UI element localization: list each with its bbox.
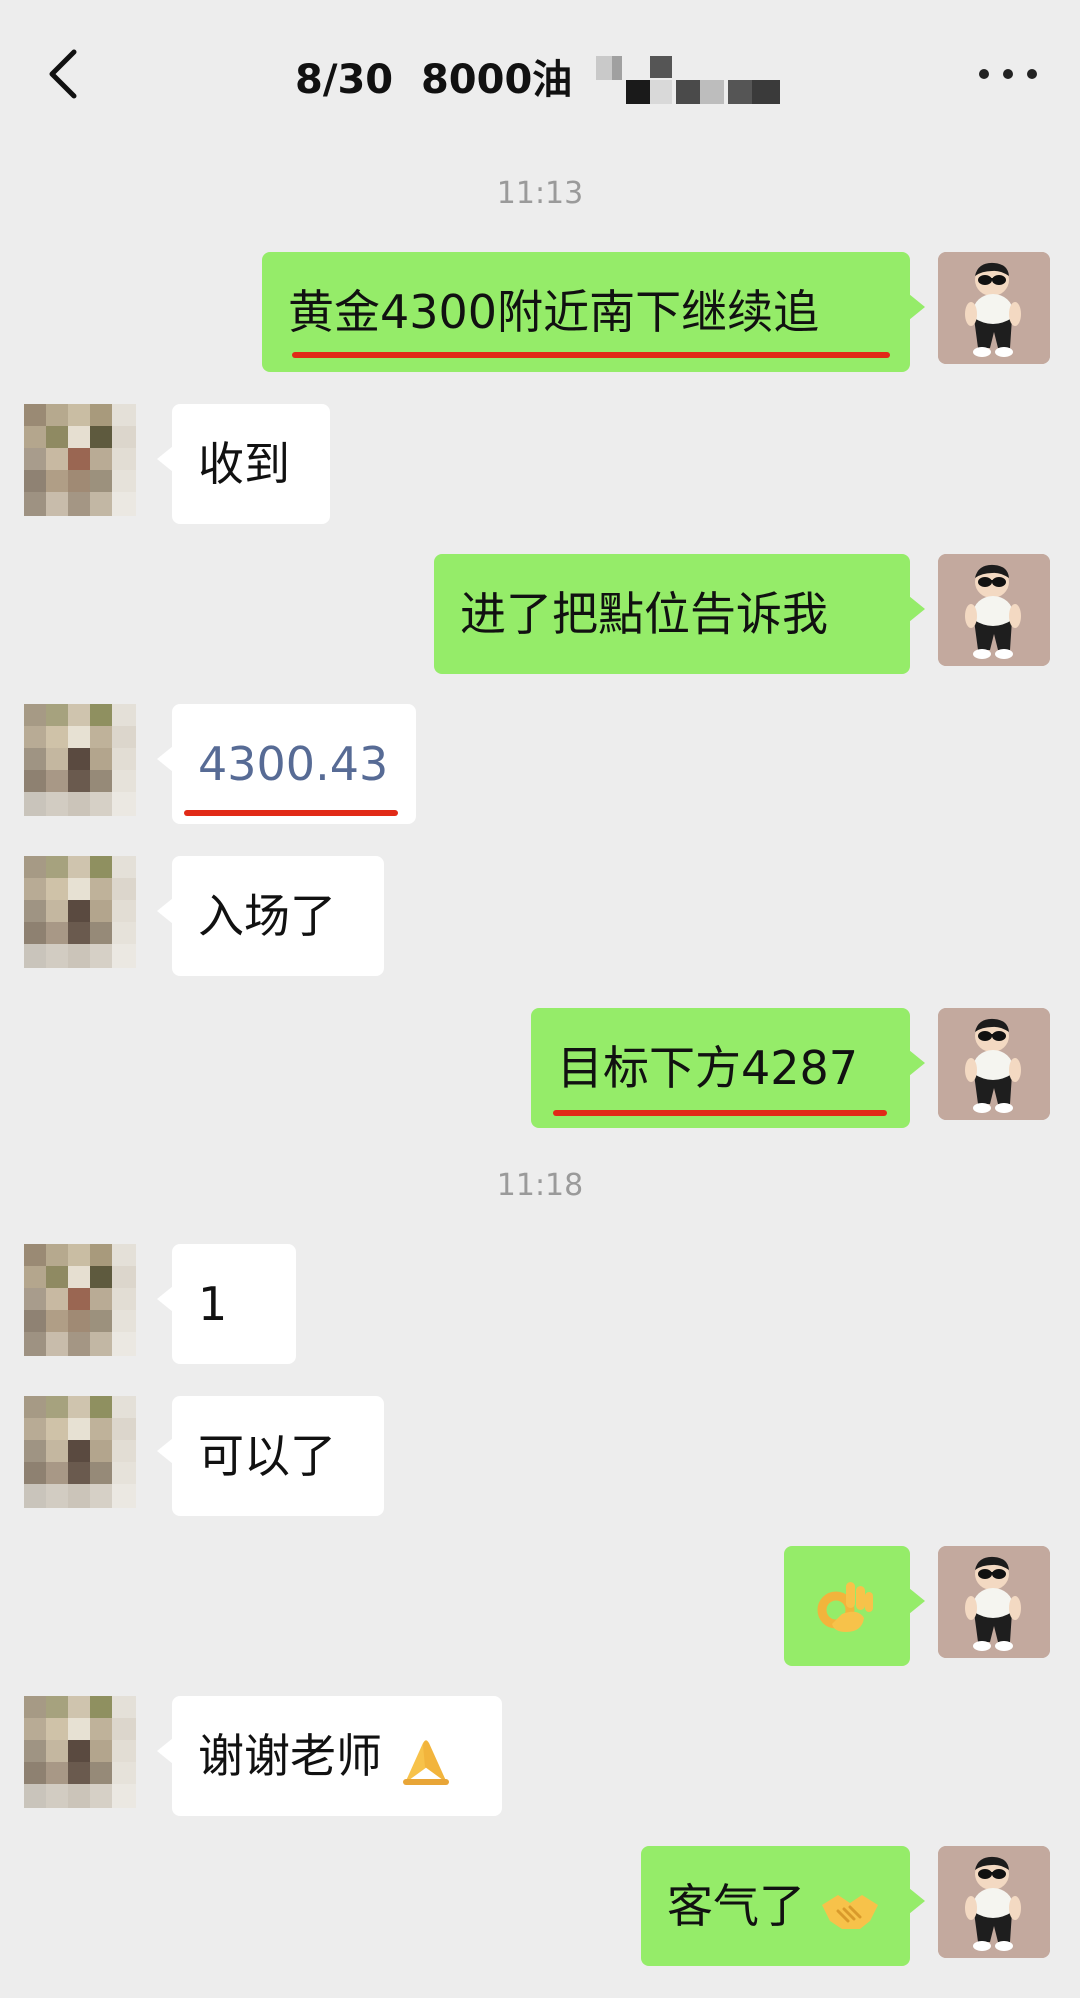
received-bubble[interactable]: 收到	[157, 404, 330, 524]
timestamp: 11:13	[496, 176, 584, 211]
my-avatar[interactable]	[938, 1008, 1050, 1120]
my-avatar[interactable]	[938, 252, 1050, 364]
contact-avatar[interactable]	[24, 856, 136, 968]
message-text: 黄金4300附近南下继续追	[288, 285, 820, 339]
more-horizontal-icon	[979, 69, 1037, 79]
sent-bubble[interactable]: 目标下方4287	[531, 1008, 925, 1128]
sent-bubble[interactable]: 进了把點位告诉我	[434, 554, 925, 674]
contact-avatar[interactable]	[24, 1696, 136, 1808]
red-underline-mark	[184, 810, 398, 816]
sent-bubble[interactable]: 黄金4300附近南下继续追	[262, 252, 925, 372]
received-bubble[interactable]: 4300.43	[157, 704, 416, 824]
message-text: 入场了	[198, 889, 336, 943]
timestamp: 11:18	[496, 1168, 584, 1203]
received-bubble[interactable]: 可以了	[157, 1396, 384, 1516]
contact-avatar[interactable]	[24, 704, 136, 816]
handshake-emoji-icon	[821, 1894, 878, 1929]
message-text: 可以了	[198, 1429, 336, 1483]
message-text: 进了把點位告诉我	[460, 587, 828, 641]
chat-title: 8/30 8000油	[295, 57, 573, 103]
ok-hand-emoji-icon	[817, 1582, 873, 1632]
message-text: 谢谢老师	[198, 1729, 382, 1783]
pray-emoji-icon	[402, 1739, 449, 1785]
my-avatar[interactable]	[938, 554, 1050, 666]
redacted-name-mosaic	[596, 56, 780, 104]
my-avatar[interactable]	[938, 1546, 1050, 1658]
my-avatar[interactable]	[938, 1846, 1050, 1958]
contact-avatar[interactable]	[24, 404, 136, 516]
received-bubble[interactable]: 入场了	[157, 856, 384, 976]
red-underline-mark	[553, 1110, 887, 1116]
message-text: 1	[198, 1277, 228, 1331]
message-text: 收到	[198, 437, 290, 491]
contact-avatar[interactable]	[24, 1244, 136, 1356]
received-bubble[interactable]: 谢谢老师	[157, 1696, 502, 1816]
sent-bubble[interactable]: 客气了	[641, 1846, 925, 1966]
contact-avatar[interactable]	[24, 1396, 136, 1508]
more-options-button[interactable]	[974, 54, 1044, 94]
back-button[interactable]	[38, 44, 98, 104]
message-text: 客气了	[667, 1879, 805, 1933]
message-text: 目标下方4287	[557, 1041, 859, 1095]
chat-header: 8/30 8000油	[0, 0, 1080, 150]
chevron-left-icon	[49, 49, 77, 99]
red-underline-mark	[292, 352, 890, 358]
sent-bubble[interactable]	[784, 1546, 925, 1666]
received-bubble[interactable]: 1	[157, 1244, 296, 1364]
phone-number-link[interactable]: 4300.43	[198, 737, 388, 791]
